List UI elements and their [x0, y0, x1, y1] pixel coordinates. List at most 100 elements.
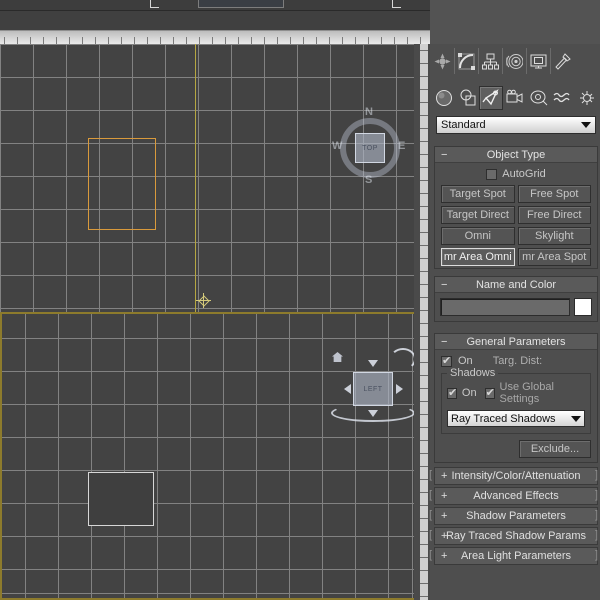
exclude-button[interactable]: Exclude...: [519, 440, 591, 458]
expand-toggle-icon[interactable]: +: [441, 490, 447, 502]
rotate-arrow-icon[interactable]: [390, 348, 416, 370]
collapse-toggle-icon[interactable]: −: [441, 149, 447, 161]
light-type-dropdown[interactable]: Standard: [436, 116, 596, 134]
viewcube-left-face-label[interactable]: LEFT: [353, 372, 393, 406]
expand-toggle-icon[interactable]: +: [441, 550, 447, 562]
rollout-name-and-color: − Name and Color: [434, 276, 598, 322]
object-type-button[interactable]: Free Direct: [517, 206, 591, 224]
ruler-tick: [420, 505, 428, 506]
ruler-tick: [420, 427, 428, 428]
light-on-checkbox[interactable]: [441, 354, 452, 367]
autogrid-row[interactable]: AutoGrid: [441, 168, 591, 180]
ruler-tick: [420, 76, 428, 77]
ruler-tick: [173, 37, 174, 44]
ruler-tick: [407, 37, 408, 44]
viewcube-arrow-left[interactable]: [344, 384, 351, 394]
collapsed-rollout[interactable]: + Intensity/Color/Attenuation: [434, 467, 598, 485]
object-type-button[interactable]: Skylight: [517, 227, 591, 245]
targ-dist-label: Targ. Dist:: [492, 355, 543, 367]
rollout-object-type: − Object Type AutoGrid Target Spot Free S…: [434, 146, 598, 269]
object-type-button[interactable]: Target Direct: [441, 206, 515, 224]
rollout-general-parameters-header[interactable]: − General Parameters: [435, 334, 597, 350]
viewcube-arrow-up[interactable]: [368, 360, 378, 367]
viewcube-arrow-right[interactable]: [396, 384, 403, 394]
use-global-settings-label: Use Global Settings: [499, 381, 554, 405]
autogrid-checkbox[interactable]: [486, 168, 498, 180]
ruler-tick: [420, 544, 428, 545]
geometry-sphere-icon: [435, 90, 452, 106]
expand-toggle-icon[interactable]: +: [441, 470, 447, 482]
ruler-tick: [69, 37, 70, 44]
ruler-tick: [420, 531, 428, 532]
object-type-button[interactable]: Target Spot: [441, 185, 515, 203]
display-monitor-icon: [530, 54, 547, 68]
collapsed-rollout[interactable]: + Ray Traced Shadow Params: [434, 527, 598, 545]
rollout-name-and-color-header[interactable]: − Name and Color: [435, 277, 597, 293]
ruler-tick: [420, 336, 428, 337]
expand-toggle-icon[interactable]: +: [441, 510, 447, 522]
modify-arc-icon: [458, 52, 475, 70]
light-on-label: On: [458, 355, 473, 367]
collapsed-rollout[interactable]: + Advanced Effects: [434, 487, 598, 505]
collapsed-rollout[interactable]: + Area Light Parameters: [434, 547, 598, 565]
rollout-general-parameters-title: General Parameters: [466, 335, 566, 348]
ruler-tick: [420, 154, 428, 155]
rollout-bracket-right: ]: [595, 529, 599, 541]
object-type-button[interactable]: mr Area Omni: [441, 248, 515, 266]
collapse-toggle-icon[interactable]: −: [441, 279, 447, 291]
category-cameras[interactable]: [503, 86, 527, 110]
ruler-tick: [420, 37, 421, 44]
tab-utilities[interactable]: [550, 48, 574, 74]
object-type-button[interactable]: mr Area Spot: [517, 248, 591, 266]
collapsed-rollout[interactable]: + Shadow Parameters: [434, 507, 598, 525]
object-outline-bottom[interactable]: [88, 472, 154, 526]
rollout-general-parameters: − General Parameters On Targ. Dist: Shad…: [434, 333, 598, 463]
collapsed-rollout-label: Shadow Parameters: [466, 510, 566, 522]
object-category-row: [432, 85, 598, 111]
tab-hierarchy[interactable]: [478, 48, 502, 74]
viewport-bottom[interactable]: LEFT: [0, 312, 420, 600]
object-type-button[interactable]: Omni: [441, 227, 515, 245]
rollout-bracket-left: [: [429, 549, 433, 561]
collapse-toggle-icon[interactable]: −: [441, 336, 447, 348]
object-color-swatch[interactable]: [574, 298, 592, 316]
ruler-tick: [147, 37, 148, 44]
tab-motion[interactable]: [502, 48, 526, 74]
rollout-bracket-left: [: [429, 489, 433, 501]
autogrid-label: AutoGrid: [502, 168, 546, 180]
category-space-warps[interactable]: [551, 86, 575, 110]
use-global-settings-checkbox[interactable]: [484, 386, 495, 399]
rollout-object-type-header[interactable]: − Object Type: [435, 147, 597, 163]
ruler-tick: [420, 115, 428, 116]
compass-e: E: [398, 140, 406, 152]
shadows-on-checkbox[interactable]: [447, 386, 457, 399]
viewcube-face-label[interactable]: TOP: [355, 133, 385, 163]
category-helpers[interactable]: [527, 86, 551, 110]
ruler-tick: [420, 141, 428, 142]
category-shapes[interactable]: [456, 86, 480, 110]
object-type-button[interactable]: Free Spot: [517, 185, 591, 203]
tab-create[interactable]: [430, 48, 454, 74]
tab-modify[interactable]: [454, 48, 478, 74]
selected-object-outline[interactable]: [88, 138, 156, 230]
shadows-checkbox-row: On Use Global Settings: [447, 381, 585, 405]
category-systems[interactable]: [574, 86, 598, 110]
ruler-tick: [290, 37, 291, 44]
category-geometry[interactable]: [432, 86, 456, 110]
object-name-input[interactable]: [440, 298, 570, 316]
tab-display[interactable]: [526, 48, 550, 74]
viewcube-top[interactable]: TOP W N E S: [332, 106, 406, 186]
viewport-top[interactable]: TOP W N E S: [0, 44, 420, 312]
category-lights[interactable]: [479, 86, 504, 110]
ruler-tick: [420, 206, 428, 207]
ruler-tick: [420, 362, 428, 363]
compass-n: N: [365, 106, 373, 118]
collapsed-rollout-label: Area Light Parameters: [460, 550, 572, 562]
viewcube-orbit-ring[interactable]: [331, 404, 415, 422]
clipped-tick-left: [150, 0, 159, 8]
expand-toggle-icon[interactable]: +: [441, 530, 447, 542]
shadow-type-dropdown[interactable]: Ray Traced Shadows: [447, 410, 585, 427]
ruler-tick: [134, 37, 135, 44]
ruler-tick: [420, 388, 428, 389]
clipped-spinner-box[interactable]: [198, 0, 284, 8]
